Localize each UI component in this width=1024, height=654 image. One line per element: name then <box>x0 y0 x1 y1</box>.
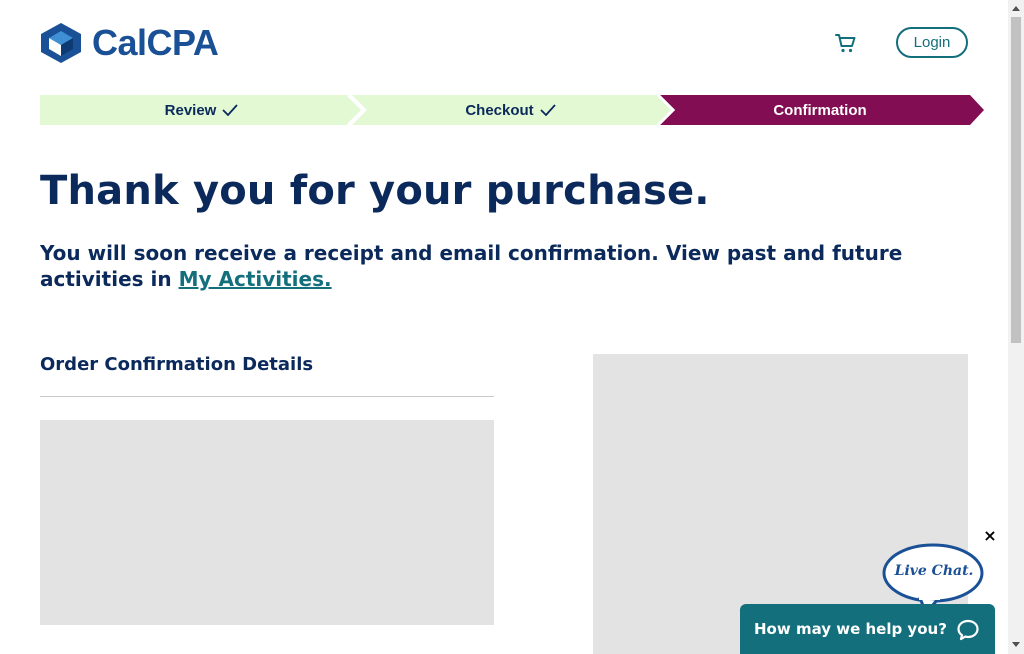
scroll-up-arrow-icon[interactable] <box>1012 6 1020 11</box>
step-checkout-label: Checkout <box>465 101 534 119</box>
checkout-stepper: Review Checkout Confirmation <box>40 95 984 125</box>
confirmation-text: You will soon receive a receipt and emai… <box>40 241 903 291</box>
close-icon[interactable]: × <box>983 528 997 544</box>
checkmark-icon <box>540 104 556 116</box>
cart-icon[interactable] <box>834 31 858 55</box>
checkmark-icon <box>222 104 239 116</box>
scrollbar[interactable] <box>1008 0 1024 654</box>
step-review-label: Review <box>164 101 217 119</box>
logo-text: CalCPA <box>92 22 219 63</box>
chat-icon <box>957 619 979 641</box>
scrollbar-thumb[interactable] <box>1011 17 1021 343</box>
order-details-heading: Order Confirmation Details <box>40 354 314 375</box>
scroll-down-arrow-icon[interactable] <box>1012 642 1020 647</box>
step-review: Review <box>40 95 363 125</box>
chat-bar[interactable]: How may we help you? <box>740 604 995 654</box>
my-activities-link[interactable]: My Activities. <box>179 267 332 291</box>
logo-icon <box>41 23 81 63</box>
step-confirmation-label: Confirmation <box>773 101 867 119</box>
step-checkout: Checkout <box>358 95 663 125</box>
site-header: CalCPA Login <box>0 0 1008 90</box>
login-button[interactable]: Login <box>896 27 968 58</box>
live-chat-label: Live Chat. <box>894 563 974 579</box>
step-confirmation: Confirmation <box>660 95 980 125</box>
logo[interactable]: CalCPA <box>40 22 219 64</box>
divider <box>40 396 494 397</box>
confirmation-message: You will soon receive a receipt and emai… <box>40 240 970 292</box>
page-title: Thank you for your purchase. <box>40 168 710 214</box>
order-details-placeholder <box>40 420 494 625</box>
chat-bar-text: How may we help you? <box>754 620 947 638</box>
